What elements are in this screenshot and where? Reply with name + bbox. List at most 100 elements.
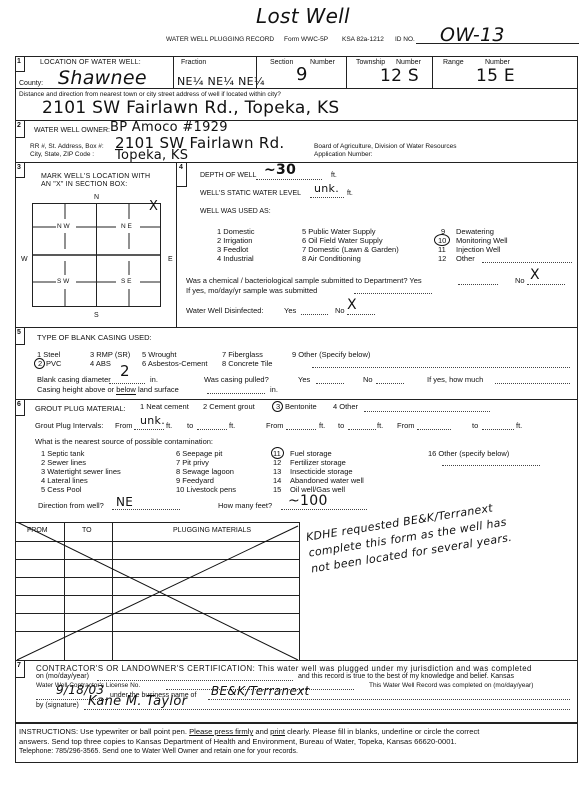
- casing-option-6[interactable]: 6 Asbestos-Cement: [142, 359, 207, 369]
- sample-no-mark: X: [530, 267, 540, 283]
- township-number-label: Number: [396, 59, 421, 66]
- county-label: County:: [19, 80, 44, 87]
- section3-title-2: AN "X" IN SECTION BOX:: [41, 181, 128, 188]
- instructions-text: INSTRUCTIONS: Use typewriter or ball poi…: [19, 727, 575, 757]
- grout-other-field[interactable]: [364, 403, 490, 412]
- casing-other-field[interactable]: [312, 359, 570, 368]
- sample-no-label: No: [515, 276, 525, 285]
- sample-label: Was a chemical / bacteriological sample …: [186, 276, 422, 285]
- form-number: Form WWC-5P: [284, 36, 329, 43]
- interval2-to-field[interactable]: [348, 421, 376, 430]
- city-label: City, State, ZIP Code :: [30, 151, 95, 158]
- section-2-number: 2: [15, 120, 25, 138]
- disinfected-yes-field[interactable]: [301, 306, 328, 315]
- range-label: Range: [443, 59, 464, 66]
- fraction-value[interactable]: NE¼ NE¼ NE¼: [177, 75, 265, 88]
- use-option-8[interactable]: 8 Air Conditioning: [302, 254, 361, 264]
- feet-value: ~100: [288, 493, 328, 509]
- sample-date-field[interactable]: [354, 286, 432, 294]
- well-location-mark[interactable]: X: [149, 200, 158, 213]
- instructions-prefix: INSTRUCTIONS: Use typewriter or ball poi…: [19, 727, 187, 736]
- signature-label: by (signature): [36, 702, 79, 709]
- source-other-field[interactable]: [442, 458, 540, 466]
- casing-pulled-label: Was casing pulled?: [204, 375, 269, 384]
- quadrant-se: S E: [121, 278, 132, 285]
- use-option-12-number[interactable]: 12: [438, 254, 446, 264]
- sample-yes-field[interactable]: [458, 276, 498, 285]
- disinfected-label: Water Well Disinfected:: [186, 306, 264, 315]
- section3-title-1: MARK WELL'S LOCATION WITH: [41, 173, 151, 180]
- selected-casing-circle: [34, 358, 45, 369]
- use-option-4[interactable]: 4 Industrial: [217, 254, 254, 264]
- instructions-line-3: Telephone: 785/296-3565. Send one to Wat…: [19, 748, 299, 755]
- source-option-10[interactable]: 10 Livestock pens: [176, 485, 236, 495]
- business-name-value: BE&K/Terranext: [211, 684, 310, 698]
- record-completed-label: This Water Well Record was completed on …: [369, 682, 534, 689]
- divider: [15, 399, 578, 400]
- address-label: RR #, St. Address, Box #:: [30, 143, 104, 150]
- instructions-line-2: answers. Send top three copies to Kansas…: [19, 737, 457, 746]
- use-other-field[interactable]: [482, 254, 572, 263]
- static-level-unit: ft.: [347, 190, 353, 197]
- section-number-label: Number: [310, 59, 335, 66]
- interval3-to-field[interactable]: [482, 421, 514, 430]
- grout-option-4[interactable]: 4 Other: [333, 402, 358, 412]
- section-box-grid[interactable]: N W N E S W S E X: [32, 200, 161, 307]
- instructions-and: and: [255, 727, 269, 736]
- source-option-5[interactable]: 5 Cess Pool: [41, 485, 81, 495]
- casing-height-unit: in.: [270, 385, 278, 394]
- interval1-from-value: unk.: [140, 414, 166, 427]
- city-value[interactable]: Topeka, KS: [115, 148, 188, 163]
- plugged-date-field[interactable]: [97, 673, 293, 681]
- interval1-to-label: to: [187, 421, 194, 430]
- county-value[interactable]: Shawnee: [58, 67, 147, 89]
- township-value[interactable]: 12 S: [380, 66, 419, 86]
- disinfected-no-mark: X: [347, 297, 357, 313]
- statute: KSA 82a-1212: [342, 36, 384, 43]
- casing-option-8[interactable]: 8 Concrete Tile: [222, 359, 272, 369]
- source-option-15-number[interactable]: 15: [273, 485, 281, 495]
- divider: [15, 660, 578, 661]
- casing-height-label-post: land surface: [137, 385, 179, 394]
- interval2-from-label: From: [266, 421, 284, 430]
- used-as-label: WELL WAS USED AS:: [200, 208, 271, 215]
- feet-label: How many feet?: [218, 501, 273, 510]
- distance-value[interactable]: 2101 SW Fairlawn Rd., Topeka, KS: [42, 98, 340, 118]
- section-4-number: 4: [177, 162, 187, 187]
- casing-height-field[interactable]: [207, 385, 265, 394]
- application-label: Application Number:: [314, 151, 373, 158]
- plugging-materials-table: FROM TO PLUGGING MATERIALS: [15, 522, 300, 660]
- how-much-field[interactable]: [495, 375, 570, 384]
- diameter-unit: in.: [150, 375, 158, 384]
- casing-height-below-selected[interactable]: below: [116, 385, 136, 395]
- board-label: Board of Agriculture, Division of Water …: [314, 143, 457, 150]
- compass-s: S: [94, 312, 99, 319]
- direction-value: NE: [116, 495, 134, 509]
- grout-option-1[interactable]: 1 Neat cement: [140, 402, 189, 412]
- casing-pulled-yes-label: Yes: [298, 375, 311, 384]
- interval1-to-field[interactable]: [197, 421, 227, 430]
- depth-unit: ft.: [331, 172, 337, 179]
- interval2-to-unit: ft.: [377, 421, 384, 430]
- casing-option-4[interactable]: 4 ABS: [90, 359, 111, 369]
- interval3-from-field[interactable]: [417, 421, 451, 430]
- casing-pulled-yes-field[interactable]: [316, 375, 344, 384]
- grout-option-2[interactable]: 2 Cement grout: [203, 402, 255, 412]
- interval2-from-unit: ft.: [319, 421, 326, 430]
- id-value[interactable]: OW-13: [440, 24, 505, 46]
- form-title: WATER WELL PLUGGING RECORD: [166, 36, 275, 43]
- disinfected-yes-label: Yes: [284, 306, 297, 315]
- divider: [432, 56, 433, 88]
- interval2-to-label: to: [338, 421, 345, 430]
- range-number-label: Number: [485, 59, 510, 66]
- certification-line-1: CONTRACTOR'S OR LANDOWNER'S CERTIFICATIO…: [36, 664, 532, 673]
- section-value[interactable]: 9: [296, 64, 308, 85]
- grout-intervals-label: Grout Plug Intervals:: [35, 421, 104, 430]
- grout-option-3-label: Bentonite: [285, 402, 317, 411]
- section-grid-lines: [32, 203, 161, 307]
- how-much-label: If yes, how much: [427, 375, 484, 384]
- owner-value[interactable]: BP Amoco #1929: [110, 120, 228, 135]
- casing-pulled-no-field[interactable]: [376, 375, 404, 384]
- range-value[interactable]: 15 E: [476, 66, 515, 86]
- interval2-from-field[interactable]: [286, 421, 316, 430]
